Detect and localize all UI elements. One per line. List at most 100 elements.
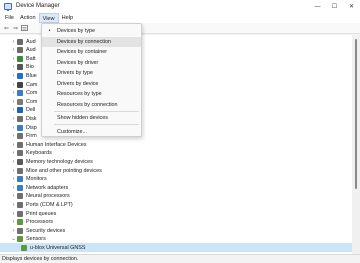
menu-item-label: Customize...: [57, 129, 87, 135]
tree-row-label: Monitors: [26, 176, 47, 183]
tree-row-label: Cam: [26, 81, 38, 88]
memory-icon: [17, 158, 23, 165]
chevron-right-icon[interactable]: ›: [11, 64, 16, 70]
properties-icon[interactable]: [21, 25, 28, 32]
menu-item-label: Devices by container: [57, 49, 108, 55]
chevron-right-icon[interactable]: ›: [11, 202, 16, 208]
tree-row-label: u-blox Universal GNSS: [30, 244, 86, 251]
menu-action[interactable]: Action: [17, 13, 39, 23]
radio-check-icon: •: [48, 28, 51, 34]
menu-view[interactable]: View: [38, 13, 59, 23]
window-title: Device Manager: [16, 3, 60, 9]
menu-item-devices-by-container[interactable]: Devices by container: [42, 47, 141, 57]
chevron-right-icon[interactable]: ›: [11, 125, 16, 131]
npu-icon: [17, 193, 23, 200]
network-icon: [17, 184, 23, 191]
tree-row-label: Keyboards: [26, 150, 52, 157]
menu-help[interactable]: Help: [59, 13, 77, 23]
chevron-right-icon[interactable]: ›: [11, 39, 16, 45]
computer-icon: [17, 90, 23, 97]
forward-arrow-icon[interactable]: ⇒: [12, 25, 19, 32]
chevron-down-icon[interactable]: ⌄: [11, 236, 16, 242]
hid-icon: [17, 141, 23, 148]
chevron-right-icon[interactable]: ›: [11, 116, 16, 122]
chevron-right-icon[interactable]: ›: [11, 150, 16, 156]
menu-separator: [54, 123, 139, 125]
camera-icon: [17, 81, 23, 88]
chevron-right-icon[interactable]: ›: [11, 142, 16, 148]
menu-item-resources-by-connection[interactable]: Resources by connection: [42, 100, 141, 110]
menu-item-devices-by-driver[interactable]: Devices by driver: [42, 58, 141, 68]
tree-row-label: Memory technology devices: [26, 158, 93, 165]
maximize-button[interactable]: ☐: [326, 0, 343, 13]
chevron-right-icon[interactable]: ›: [11, 219, 16, 225]
tree-row-label: Security devices: [26, 227, 66, 234]
chevron-right-icon[interactable]: ›: [11, 168, 16, 174]
tree-row-label: Dell: [26, 107, 36, 114]
chevron-right-icon[interactable]: ›: [11, 159, 16, 165]
keyboard-icon: [17, 150, 23, 157]
menu-item-resources-by-type[interactable]: Resources by type: [42, 89, 141, 99]
chevron-right-icon[interactable]: ›: [11, 90, 16, 96]
port-icon: [17, 201, 23, 208]
tree-row-label: Network adapters: [26, 184, 69, 191]
printer-icon: [17, 210, 23, 217]
menu-item-devices-by-type[interactable]: • Devices by type: [42, 26, 141, 36]
menu-item-drivers-by-device[interactable]: Drivers by device: [42, 79, 141, 89]
menu-item-label: Devices by type: [57, 28, 96, 34]
menu-item-label: Drivers by device: [57, 80, 99, 87]
tree-row-label: Aud: [26, 38, 36, 45]
window-controls: — ☐ ✕: [309, 0, 360, 13]
device-manager-icon: [4, 3, 12, 11]
scrollbar-thumb[interactable]: [355, 39, 357, 189]
component-icon: [17, 98, 23, 105]
security-icon: [17, 227, 23, 234]
chevron-right-icon[interactable]: ›: [11, 99, 16, 105]
menu-item-show-hidden-devices[interactable]: Show hidden devices: [42, 113, 141, 123]
menu-item-drivers-by-type[interactable]: Drivers by type: [42, 68, 141, 78]
tree-row-label: Com: [26, 90, 38, 97]
vertical-scrollbar[interactable]: [352, 35, 360, 254]
disk-icon: [17, 115, 23, 122]
sensor-icon: [17, 236, 23, 243]
menu-item-devices-by-connection[interactable]: Devices by connection: [42, 36, 141, 47]
menu-file[interactable]: File: [2, 13, 17, 23]
chevron-right-icon[interactable]: ›: [11, 228, 16, 234]
biometric-icon: [17, 64, 23, 71]
menu-item-customize[interactable]: Customize...: [42, 127, 141, 137]
tree-row-label: Com: [26, 98, 38, 105]
status-bar: Displays devices by connection.: [0, 254, 360, 263]
tree-row-label: Ports (COM & LPT): [26, 201, 73, 208]
chevron-right-icon[interactable]: ›: [11, 73, 16, 79]
chevron-right-icon[interactable]: ›: [11, 56, 16, 62]
chevron-right-icon[interactable]: ›: [11, 185, 16, 191]
chevron-right-icon[interactable]: ›: [11, 211, 16, 217]
device-manager-window: Device Manager — ☐ ✕ File Action View He…: [0, 0, 360, 263]
firmware-icon: [17, 133, 23, 140]
back-arrow-icon[interactable]: ⇐: [3, 25, 10, 32]
tree-row-label: Human Interface Devices: [26, 141, 87, 148]
tree-row-label: Aud: [26, 47, 36, 54]
chevron-right-icon[interactable]: ›: [11, 47, 16, 53]
menu-item-label: Resources by type: [57, 91, 102, 97]
close-button[interactable]: ✕: [343, 0, 360, 13]
chevron-right-icon[interactable]: ›: [11, 133, 16, 139]
tree-row-label: Firm: [26, 133, 37, 140]
processor-icon: [17, 219, 23, 226]
chevron-right-icon[interactable]: ›: [11, 82, 16, 88]
tree-row-label: Sensors: [26, 236, 46, 243]
menu-item-label: Devices by connection: [57, 38, 111, 45]
tree-row-label: Disk: [26, 115, 37, 122]
menu-item-label: Drivers by type: [57, 70, 93, 76]
menu-separator: [54, 110, 139, 112]
menu-item-label: Devices by driver: [57, 59, 99, 66]
chevron-right-icon[interactable]: ›: [11, 107, 16, 113]
title-bar: Device Manager — ☐ ✕: [0, 0, 360, 13]
chevron-right-icon[interactable]: ›: [11, 176, 16, 182]
minimize-button[interactable]: —: [309, 0, 326, 13]
tree-row-label: Mice and other pointing devices: [26, 167, 102, 174]
chevron-right-icon[interactable]: ›: [11, 193, 16, 199]
tree-row-label: Neural processors: [26, 193, 70, 200]
audio-icon: [17, 47, 23, 54]
view-menu-dropdown: • Devices by type Devices by connection Dev…: [41, 23, 142, 137]
